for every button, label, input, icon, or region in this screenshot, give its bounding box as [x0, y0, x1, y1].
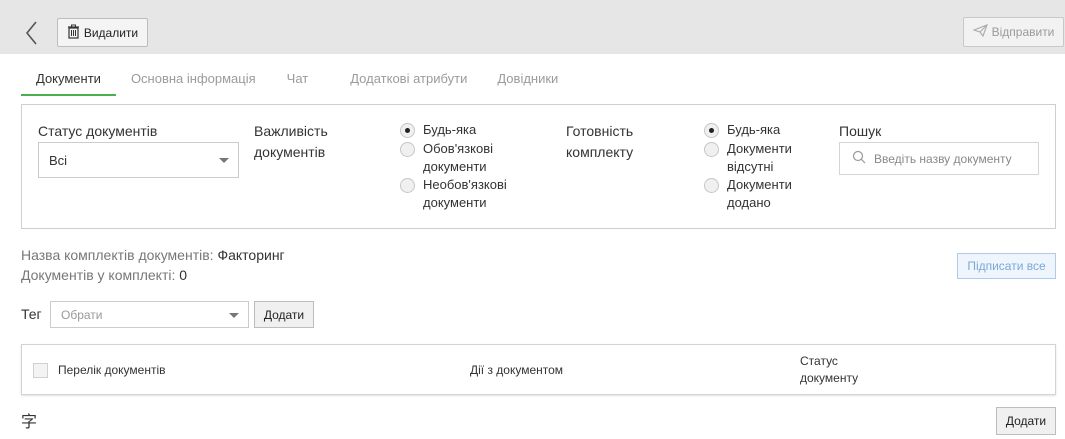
tag-label: Тег [21, 306, 42, 322]
search-icon [852, 150, 866, 167]
readiness-option-missing[interactable]: Документи відсутні [704, 140, 792, 176]
set-name-value: Факторинг [217, 247, 285, 263]
set-name-line: Назва комплектів документів: Факторинг [21, 247, 285, 263]
column-header-status: Статус документу [800, 354, 859, 385]
radio-button[interactable] [704, 142, 719, 157]
importance-option-required[interactable]: Обов'язкові документи [400, 140, 493, 176]
chevron-down-icon [219, 158, 229, 163]
docs-count-label: Документів у комплекті: [21, 267, 176, 283]
radio-label: Будь-яка [727, 122, 781, 137]
send-button[interactable]: Відправити [963, 17, 1064, 47]
tag-select[interactable]: Обрати [50, 301, 249, 328]
status-select[interactable]: Всі [38, 142, 239, 178]
radio-button[interactable] [400, 178, 415, 193]
readiness-label: Готовність комплекту [566, 123, 634, 160]
search-placeholder: Введіть назву документу [874, 151, 1012, 166]
status-filter-label: Статус документів [38, 123, 158, 139]
tag-add-button[interactable]: Додати [254, 301, 314, 328]
top-toolbar: Видалити Відправити [0, 0, 1065, 54]
tab-bar: Документи Основна інформація Чат Додатко… [21, 64, 574, 96]
radio-button[interactable] [400, 142, 415, 157]
importance-label: Важливість документів [254, 123, 328, 160]
search-label: Пошук [839, 123, 882, 139]
sign-all-button[interactable]: Підписати все [957, 253, 1056, 279]
status-select-value: Всі [49, 152, 68, 168]
paper-plane-icon [971, 24, 988, 40]
search-input[interactable]: Введіть назву документу [839, 142, 1039, 175]
readiness-option-any[interactable]: Будь-яка [704, 121, 780, 139]
set-name-label: Назва комплектів документів: [21, 247, 214, 263]
docs-count-line: Документів у комплекті: 0 [21, 267, 187, 283]
trash-icon [67, 24, 80, 42]
tag-select-placeholder: Обрати [61, 307, 103, 322]
delete-button[interactable]: Видалити [57, 18, 148, 47]
docs-count-value: 0 [179, 267, 188, 283]
radio-button[interactable] [400, 123, 415, 138]
add-document-button[interactable]: Додати [996, 407, 1056, 435]
send-button-label: Відправити [991, 25, 1055, 39]
readiness-option-added[interactable]: Документи додано [704, 176, 792, 212]
importance-option-optional[interactable]: Необов'язкові документи [400, 176, 507, 212]
tab-chat[interactable]: Чат [271, 64, 337, 96]
radio-label: Документи відсутні [727, 141, 792, 174]
radio-button[interactable] [704, 123, 719, 138]
radio-label: Документи додано [727, 177, 792, 210]
column-header-documents: Перелік документів [58, 363, 166, 377]
back-arrow-icon[interactable] [20, 19, 44, 47]
column-header-actions: Дії з документом [470, 363, 564, 377]
documents-table-header: Перелік документів Дії з документом Стат… [21, 344, 1056, 395]
select-all-checkbox[interactable] [33, 363, 48, 378]
radio-label: Будь-яка [423, 122, 477, 137]
tab-directories[interactable]: Довідники [481, 64, 574, 96]
radio-label: Необов'язкові документи [423, 177, 507, 210]
chevron-down-icon [229, 312, 239, 318]
delete-button-label: Видалити [83, 25, 139, 40]
cjk-glyph-icon: 字 [21, 414, 38, 431]
importance-option-any[interactable]: Будь-яка [400, 121, 476, 139]
radio-label: Обов'язкові документи [423, 141, 494, 174]
radio-button[interactable] [704, 178, 719, 193]
filters-panel: Статус документів Всі Важливість докумен… [21, 104, 1056, 229]
tab-documents[interactable]: Документи [21, 64, 116, 96]
tab-main-info[interactable]: Основна інформація [116, 64, 271, 96]
tab-additional-attributes[interactable]: Додаткові атрибути [336, 64, 481, 96]
